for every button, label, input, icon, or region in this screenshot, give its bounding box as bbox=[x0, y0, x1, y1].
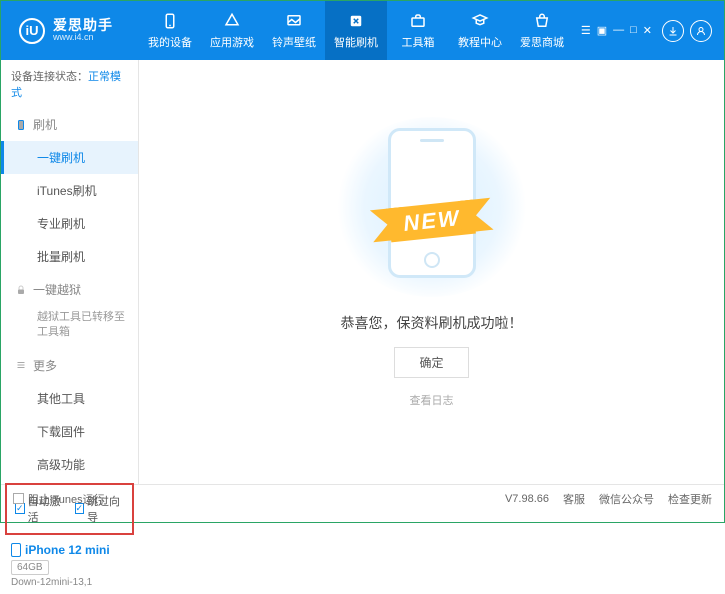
wallpaper-icon bbox=[285, 12, 303, 30]
sidebar: 设备连接状态：正常模式 刷机 一键刷机 iTunes刷机 专业刷机 批量刷机 一… bbox=[1, 60, 139, 484]
skin-icon[interactable]: ▣ bbox=[597, 24, 607, 37]
maximize-icon[interactable]: □ bbox=[630, 24, 637, 37]
header-right: ☰ ▣ — □ ✕ bbox=[581, 20, 712, 42]
nav-label: 工具箱 bbox=[402, 34, 435, 50]
sidebar-item-itunes-flash[interactable]: iTunes刷机 bbox=[1, 174, 138, 207]
jailbreak-note: 越狱工具已转移至工具箱 bbox=[1, 306, 138, 349]
view-log-link[interactable]: 查看日志 bbox=[410, 392, 454, 408]
device-identifier: Down-12mini-13,1 bbox=[11, 577, 128, 588]
nav-apps[interactable]: 应用游戏 bbox=[201, 1, 263, 60]
download-icon bbox=[667, 25, 679, 37]
app-title: 爱思助手 bbox=[53, 18, 113, 33]
device-name-row: iPhone 12 mini bbox=[11, 543, 128, 557]
success-message: 恭喜您，保资料刷机成功啦！ bbox=[341, 313, 523, 333]
success-illustration: NEW bbox=[332, 117, 532, 297]
app-header: iU 爱思助手 www.i4.cn 我的设备 应用游戏 铃声壁纸 智能刷机 工具… bbox=[1, 1, 724, 60]
download-button[interactable] bbox=[662, 20, 684, 42]
logo-icon: iU bbox=[19, 18, 45, 44]
sidebar-item-other-tools[interactable]: 其他工具 bbox=[1, 382, 138, 415]
phone-icon bbox=[161, 12, 179, 30]
sidebar-item-batch-flash[interactable]: 批量刷机 bbox=[1, 240, 138, 273]
check-update-link[interactable]: 检查更新 bbox=[668, 491, 712, 507]
sidebar-item-advanced[interactable]: 高级功能 bbox=[1, 448, 138, 481]
nav-store[interactable]: 爱思商城 bbox=[511, 1, 573, 60]
close-icon[interactable]: ✕ bbox=[643, 24, 652, 37]
ok-button[interactable]: 确定 bbox=[394, 347, 468, 378]
device-name: iPhone 12 mini bbox=[25, 543, 110, 557]
window-controls: ☰ ▣ — □ ✕ bbox=[581, 24, 652, 37]
wechat-link[interactable]: 微信公众号 bbox=[599, 491, 654, 507]
section-jailbreak[interactable]: 一键越狱 bbox=[1, 273, 138, 306]
sidebar-item-oneclick-flash[interactable]: 一键刷机 bbox=[1, 141, 138, 174]
sidebar-item-pro-flash[interactable]: 专业刷机 bbox=[1, 207, 138, 240]
nav-label: 教程中心 bbox=[458, 34, 502, 50]
section-title: 更多 bbox=[33, 357, 57, 374]
tutorial-icon bbox=[471, 12, 489, 30]
nav-label: 爱思商城 bbox=[520, 34, 564, 50]
device-storage-badge: 64GB bbox=[11, 560, 49, 575]
main-nav: 我的设备 应用游戏 铃声壁纸 智能刷机 工具箱 教程中心 爱思商城 bbox=[139, 1, 573, 60]
lock-icon bbox=[15, 284, 27, 296]
flash-icon bbox=[347, 12, 365, 30]
checkbox-block-itunes[interactable]: 阻止iTunes运行 bbox=[13, 491, 105, 507]
nav-toolbox[interactable]: 工具箱 bbox=[387, 1, 449, 60]
toolbox-icon bbox=[409, 12, 427, 30]
nav-label: 铃声壁纸 bbox=[272, 34, 316, 50]
store-icon bbox=[533, 12, 551, 30]
apps-icon bbox=[223, 12, 241, 30]
main-content: NEW 恭喜您，保资料刷机成功啦！ 确定 查看日志 bbox=[139, 60, 724, 484]
section-more[interactable]: 更多 bbox=[1, 349, 138, 382]
version-label: V7.98.66 bbox=[505, 493, 549, 505]
user-icon bbox=[695, 25, 707, 37]
phone-small-icon bbox=[15, 119, 27, 131]
conn-label: 设备连接状态： bbox=[11, 71, 88, 83]
nav-label: 我的设备 bbox=[148, 34, 192, 50]
device-info[interactable]: iPhone 12 mini 64GB Down-12mini-13,1 bbox=[1, 537, 138, 594]
sidebar-item-download-firmware[interactable]: 下载固件 bbox=[1, 415, 138, 448]
user-button[interactable] bbox=[690, 20, 712, 42]
nav-label: 应用游戏 bbox=[210, 34, 254, 50]
nav-my-device[interactable]: 我的设备 bbox=[139, 1, 201, 60]
device-phone-icon bbox=[11, 543, 21, 557]
checkbox-label: 阻止iTunes运行 bbox=[28, 491, 105, 507]
nav-tutorial[interactable]: 教程中心 bbox=[449, 1, 511, 60]
section-title: 刷机 bbox=[33, 116, 57, 133]
logo-area: iU 爱思助手 www.i4.cn bbox=[19, 18, 139, 44]
minimize-icon[interactable]: — bbox=[613, 24, 624, 37]
connection-status: 设备连接状态：正常模式 bbox=[1, 60, 138, 108]
list-icon bbox=[15, 359, 27, 371]
section-title: 一键越狱 bbox=[33, 281, 81, 298]
checkbox-icon bbox=[13, 493, 24, 504]
customer-service-link[interactable]: 客服 bbox=[563, 491, 585, 507]
nav-flash[interactable]: 智能刷机 bbox=[325, 1, 387, 60]
app-url: www.i4.cn bbox=[53, 33, 113, 43]
nav-label: 智能刷机 bbox=[334, 34, 378, 50]
nav-ringtone[interactable]: 铃声壁纸 bbox=[263, 1, 325, 60]
menu-icon[interactable]: ☰ bbox=[581, 24, 591, 37]
section-flash[interactable]: 刷机 bbox=[1, 108, 138, 141]
